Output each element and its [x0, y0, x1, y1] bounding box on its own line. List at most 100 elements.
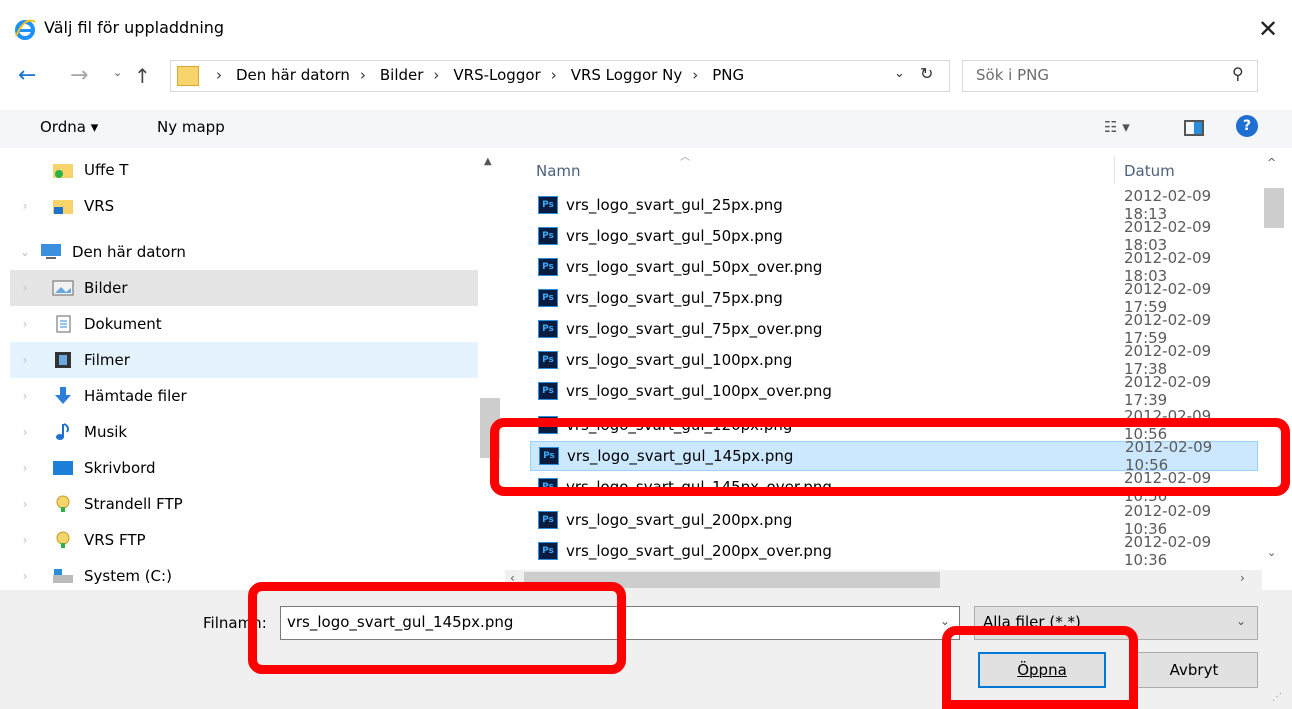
- nav-item-vrs-ftp[interactable]: › VRS FTP: [10, 522, 488, 558]
- nav-item-filmer[interactable]: › Filmer: [10, 342, 488, 378]
- nav-item-dokument[interactable]: › Dokument: [10, 306, 488, 342]
- nav-item-uffe-t[interactable]: Uffe T: [10, 152, 488, 188]
- nav-item-downloads[interactable]: › Hämtade filer: [10, 378, 488, 414]
- nav-item-skrivbord[interactable]: › Skrivbord: [10, 450, 488, 486]
- breadcrumb-separator: ›: [433, 66, 440, 84]
- search-placeholder: Sök i PNG: [976, 66, 1049, 84]
- file-row[interactable]: Ps vrs_logo_svart_gul_25px.png 2012-02-0…: [530, 187, 1258, 223]
- nav-item-label: Strandell FTP: [84, 495, 183, 513]
- folder-icon: [177, 66, 199, 86]
- internet-explorer-icon: [14, 18, 36, 40]
- nav-item-bilder[interactable]: › Bilder: [10, 270, 488, 306]
- file-row[interactable]: Ps vrs_logo_svart_gul_200px.png 2012-02-…: [530, 502, 1258, 538]
- search-icon[interactable]: ⚲: [1232, 64, 1244, 83]
- photoshop-file-icon: Ps: [538, 351, 558, 369]
- nav-item-label: Den här datorn: [72, 243, 186, 261]
- file-name: vrs_logo_svart_gul_50px.png: [566, 227, 783, 245]
- breadcrumb-separator: ›: [692, 66, 699, 84]
- highlight-filename-field: [248, 582, 626, 674]
- nav-item-label: System (C:): [84, 567, 172, 585]
- filter-chevron-down-icon[interactable]: ⌄: [1236, 614, 1246, 628]
- file-row[interactable]: Ps vrs_logo_svart_gul_50px.png 2012-02-0…: [530, 218, 1258, 254]
- nav-item-label: VRS FTP: [84, 531, 146, 549]
- file-name: vrs_logo_svart_gul_50px_over.png: [566, 258, 823, 276]
- file-list-scrollbar-thumb[interactable]: [1264, 188, 1284, 228]
- music-icon: [56, 423, 69, 440]
- file-date: 2012-02-09 10:36: [1124, 533, 1212, 569]
- file-row[interactable]: Ps vrs_logo_svart_gul_100px.png 2012-02-…: [530, 342, 1258, 378]
- file-name: vrs_logo_svart_gul_200px_over.png: [566, 542, 832, 560]
- breadcrumb-item[interactable]: VRS-Loggor: [453, 66, 540, 84]
- ftp-icon: [56, 495, 70, 512]
- pictures-icon: [52, 280, 74, 296]
- nav-item-this-pc[interactable]: ⌄ Den här datorn: [10, 234, 488, 270]
- photoshop-file-icon: Ps: [538, 227, 558, 245]
- filename-dropdown-chevron-icon[interactable]: ⌄: [940, 614, 950, 628]
- back-arrow-icon[interactable]: ←: [18, 62, 44, 90]
- file-name: vrs_logo_svart_gul_25px.png: [566, 196, 783, 214]
- change-view-icon[interactable]: ☷ ▾: [1104, 118, 1130, 136]
- videos-icon: [55, 352, 71, 368]
- file-name: vrs_logo_svart_gul_200px.png: [566, 511, 793, 529]
- file-name: vrs_logo_svart_gul_75px.png: [566, 289, 783, 307]
- highlight-selected-file: [490, 418, 1290, 496]
- file-date: 2012-02-09 17:39: [1124, 373, 1212, 409]
- close-button[interactable]: ✕: [1248, 10, 1288, 48]
- cancel-button[interactable]: Avbryt: [1130, 652, 1258, 688]
- file-row[interactable]: Ps vrs_logo_svart_gul_75px.png 2012-02-0…: [530, 280, 1258, 316]
- navigation-pane: Uffe T › VRS ⌄ Den här datorn › Bilder ›…: [10, 150, 503, 590]
- column-divider[interactable]: [1114, 156, 1115, 184]
- column-header-name[interactable]: Namn: [536, 162, 581, 180]
- photoshop-file-icon: Ps: [538, 289, 558, 307]
- nav-item-strandell-ftp[interactable]: › Strandell FTP: [10, 486, 488, 522]
- breadcrumb-item[interactable]: Den här datorn: [236, 66, 350, 84]
- breadcrumb: › Den här datorn › Bilder › VRS-Loggor ›…: [206, 66, 744, 84]
- documents-icon: [56, 315, 71, 333]
- refresh-icon[interactable]: ↻: [920, 64, 933, 83]
- breadcrumb-item[interactable]: PNG: [712, 66, 744, 84]
- breadcrumb-item[interactable]: VRS Loggor Ny: [571, 66, 683, 84]
- sort-ascending-icon: ︿: [680, 152, 690, 163]
- photoshop-file-icon: Ps: [538, 196, 558, 214]
- organize-button[interactable]: Ordna ▾: [40, 118, 98, 136]
- help-icon[interactable]: ?: [1236, 115, 1258, 137]
- nav-scrollbar[interactable]: [478, 150, 502, 580]
- computer-icon: [41, 244, 61, 259]
- new-folder-button[interactable]: Ny mapp: [157, 118, 225, 136]
- nav-item-musik[interactable]: › Musik: [10, 414, 488, 450]
- nav-item-vrs[interactable]: › VRS: [10, 188, 488, 224]
- up-arrow-icon[interactable]: ↑: [134, 62, 151, 90]
- photoshop-file-icon: Ps: [538, 258, 558, 276]
- breadcrumb-separator: ›: [550, 66, 557, 84]
- preview-pane-icon[interactable]: [1184, 120, 1204, 136]
- resize-grip-icon[interactable]: ⋰: [1272, 692, 1282, 703]
- file-name: vrs_logo_svart_gul_100px_over.png: [566, 382, 832, 400]
- nav-item-label: Uffe T: [84, 161, 129, 179]
- photoshop-file-icon: Ps: [538, 382, 558, 400]
- scroll-up-icon[interactable]: ▲: [484, 156, 492, 167]
- nav-item-label: VRS: [84, 197, 115, 215]
- drive-icon: [53, 569, 73, 583]
- nav-item-label: Dokument: [84, 315, 162, 333]
- scroll-up-icon[interactable]: ^: [1267, 156, 1276, 169]
- forward-arrow-icon[interactable]: →: [70, 62, 96, 90]
- downloads-icon: [55, 387, 71, 404]
- file-row[interactable]: Ps vrs_logo_svart_gul_50px_over.png 2012…: [530, 249, 1258, 285]
- user-folder-icon: [53, 164, 73, 178]
- nav-item-label: Bilder: [84, 279, 128, 297]
- nav-item-label: Musik: [84, 423, 128, 441]
- scroll-down-icon[interactable]: ⌄: [1267, 546, 1276, 559]
- address-dropdown-chevron-icon[interactable]: ⌄: [894, 66, 905, 81]
- file-row[interactable]: Ps vrs_logo_svart_gul_200px_over.png 201…: [530, 533, 1258, 569]
- file-name: vrs_logo_svart_gul_75px_over.png: [566, 320, 823, 338]
- column-header-date[interactable]: Datum: [1124, 162, 1175, 180]
- recent-locations-chevron-icon[interactable]: ⌄: [113, 66, 122, 79]
- nav-item-label: Filmer: [84, 351, 130, 369]
- file-name: vrs_logo_svart_gul_100px.png: [566, 351, 793, 369]
- breadcrumb-item[interactable]: Bilder: [380, 66, 424, 84]
- photoshop-file-icon: Ps: [538, 511, 558, 529]
- nav-item-label: Skrivbord: [84, 459, 156, 477]
- scroll-right-icon[interactable]: ›: [1240, 571, 1245, 585]
- file-row[interactable]: Ps vrs_logo_svart_gul_100px_over.png 201…: [530, 373, 1258, 409]
- file-row[interactable]: Ps vrs_logo_svart_gul_75px_over.png 2012…: [530, 311, 1258, 347]
